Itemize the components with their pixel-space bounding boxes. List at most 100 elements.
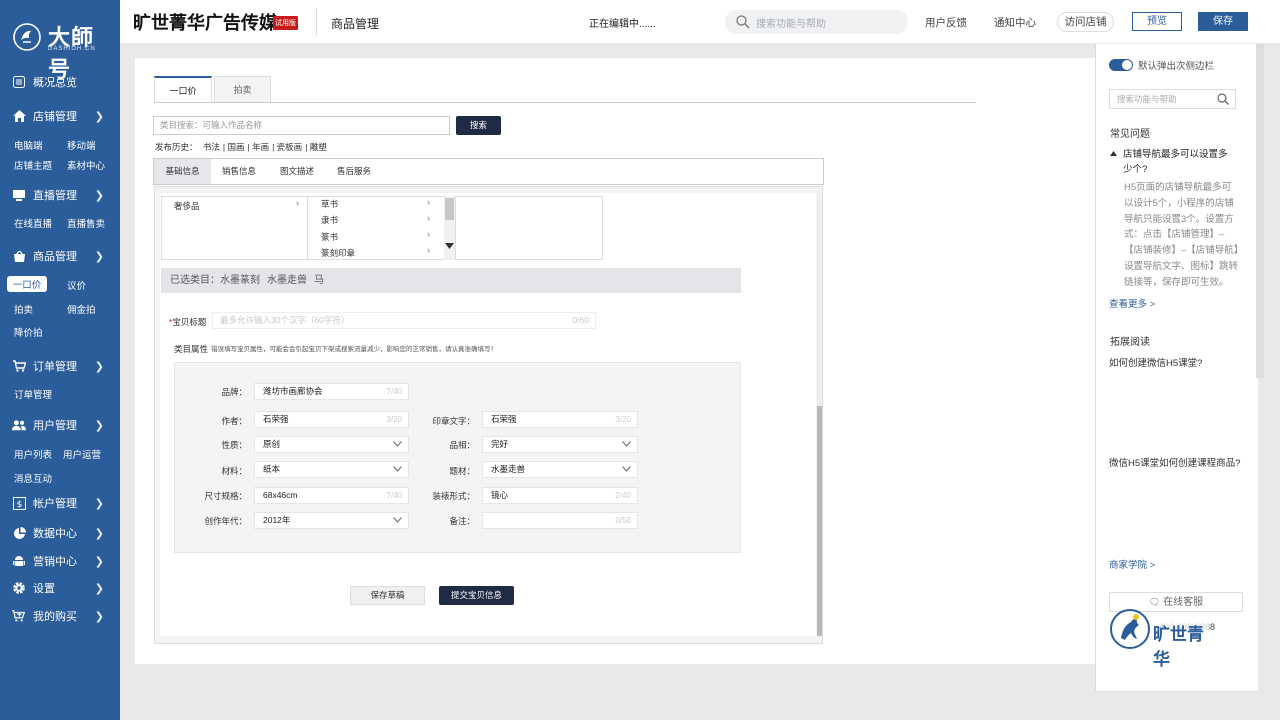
editing-status: 正在编辑中...... — [589, 19, 656, 30]
nature-select[interactable]: 原创 — [254, 436, 409, 453]
nav-account[interactable]: $ 帐户管理 ❯ — [0, 491, 120, 515]
nav-users[interactable]: 用户管理 ❯ — [0, 413, 120, 437]
tab-fixed-price[interactable]: 一口价 — [154, 76, 212, 102]
history-item[interactable]: 瓷板画 — [277, 142, 303, 152]
nav-sub-auction[interactable]: 拍卖 — [14, 302, 33, 316]
reading-link[interactable]: 如何创建微信H5课堂? — [1109, 355, 1202, 369]
nav-sub-fixed-price[interactable]: 一口价 — [7, 276, 47, 292]
chevron-right-icon: ❯ — [94, 110, 104, 123]
form-scrollbar-thumb[interactable] — [817, 406, 822, 636]
help-search-input[interactable]: 搜索功能与帮助 — [1109, 89, 1236, 109]
nav-orders[interactable]: 订单管理 ❯ — [0, 354, 120, 378]
preview-button[interactable]: 预览 — [1132, 12, 1182, 31]
nav-data[interactable]: 数据中心 ❯ — [0, 521, 120, 545]
merchant-academy-link[interactable]: 商家学院 > — [1109, 557, 1155, 571]
chevron-down-icon — [622, 441, 631, 447]
nav-sub-price-drop[interactable]: 降价拍 — [14, 325, 43, 339]
subject-label: 题材： — [449, 466, 475, 476]
chevron-right-icon: ❯ — [94, 582, 104, 595]
nav-sub-user-list[interactable]: 用户列表 — [14, 447, 52, 461]
category-item[interactable]: 草书 — [321, 198, 338, 210]
seal-text-value: 石荣强 — [491, 414, 517, 424]
nav-sub-commission-auction[interactable]: 佣金拍 — [67, 302, 96, 316]
history-item[interactable]: 雕塑 — [310, 142, 327, 152]
chat-icon: 🗨 — [1148, 597, 1161, 607]
history-item[interactable]: 年画 — [252, 142, 269, 152]
toggle-label: 默认弹出次侧边栏 — [1138, 61, 1215, 72]
brand-input[interactable]: 潍坊市画廊协会 7/40 — [254, 383, 409, 400]
size-value: 68x46cm — [263, 490, 298, 500]
seal-text-input[interactable]: 石荣强 3/20 — [482, 411, 638, 428]
save-draft-button[interactable]: 保存草稿 — [350, 586, 425, 605]
nav-sub-assets[interactable]: 素材中心 — [67, 158, 105, 172]
notification-link[interactable]: 通知中心 — [994, 15, 1036, 30]
category-attr-label: 类目属性 — [174, 344, 209, 354]
char-count: 0/60 — [572, 315, 589, 325]
year-select[interactable]: 2012年 — [254, 512, 409, 529]
remark-input[interactable]: 0/50 — [482, 512, 638, 529]
help-search-placeholder: 搜索功能与帮助 — [1117, 94, 1177, 104]
save-button[interactable]: 保存 — [1198, 12, 1248, 31]
nav-sub-theme[interactable]: 店铺主题 — [14, 158, 52, 172]
picker-scrollbar-thumb[interactable] — [445, 198, 454, 220]
history-item[interactable]: 国画 — [227, 142, 244, 152]
nav-sub-order-manage[interactable]: 订单管理 — [14, 387, 52, 401]
nav-sub-live-sale[interactable]: 直播售卖 — [67, 216, 105, 230]
feedback-link[interactable]: 用户反馈 — [925, 15, 967, 30]
nav-goods[interactable]: 商品管理 ❯ — [0, 244, 120, 268]
gear-icon — [12, 581, 26, 595]
chevron-right-icon: › — [427, 229, 430, 239]
item-title-input[interactable]: 最多允许输入30个汉字（60字符） 0/60 — [212, 312, 596, 329]
category-item[interactable]: 奢侈品 — [174, 200, 200, 212]
scroll-down-arrow-icon[interactable] — [445, 243, 454, 249]
nav-sub-user-ops[interactable]: 用户运营 — [63, 447, 101, 461]
condition-value: 完好 — [491, 439, 509, 449]
reading-link[interactable]: 微信H5课堂如何创建课程商品? — [1109, 455, 1240, 469]
nav-sub-messages[interactable]: 消息互动 — [14, 471, 52, 485]
chevron-down-icon — [622, 466, 631, 472]
material-label: 材料： — [221, 466, 247, 476]
selected-category-bar: 已选类目：水墨篆刻 水墨走兽马 — [161, 268, 741, 293]
author-input[interactable]: 石荣强 3/20 — [254, 411, 409, 428]
global-search-input[interactable]: 搜索功能与帮助 — [725, 10, 908, 34]
nav-sub-mobile[interactable]: 移动端 — [67, 138, 96, 152]
category-item[interactable]: 隶书 — [321, 214, 338, 226]
panel-scrollbar[interactable] — [1256, 44, 1264, 378]
see-more-link[interactable]: 查看更多 > — [1109, 296, 1155, 310]
tab-sales-info[interactable]: 销售信息 — [214, 159, 264, 184]
category-search-input[interactable]: 类目搜索：可输入作品名称 — [153, 116, 450, 135]
nav-purchases[interactable]: 我的购买 ❯ — [0, 604, 120, 628]
tab-auction[interactable]: 拍卖 — [214, 76, 271, 102]
tab-after-sale[interactable]: 售后服务 — [329, 159, 379, 184]
nav-live[interactable]: 直播管理 ❯ — [0, 183, 120, 207]
history-item[interactable]: 书法 — [203, 142, 220, 152]
tab-basic-info[interactable]: 基础信息 — [154, 159, 211, 184]
category-attr-note: 错误填写宝贝属性，可能会会引起宝贝下架或搜索流量减少，影响您的正常销售，请认真准… — [211, 346, 497, 353]
nav-settings[interactable]: 设置 ❯ — [0, 576, 120, 600]
default-popup-toggle[interactable] — [1109, 59, 1133, 71]
nav-settings-label: 设置 — [33, 583, 55, 595]
collapse-up-icon[interactable] — [1110, 151, 1117, 156]
mount-input[interactable]: 镜心 2/40 — [482, 487, 638, 504]
visit-store-button[interactable]: 访问店铺 — [1057, 12, 1114, 32]
category-item[interactable]: 篆书 — [321, 231, 338, 243]
category-search-button[interactable]: 搜索 — [456, 116, 501, 135]
nav-marketing[interactable]: 营销中心 ❯ — [0, 549, 120, 573]
char-count: 3/20 — [386, 415, 402, 424]
tab-description[interactable]: 图文描述 — [272, 159, 322, 184]
material-select[interactable]: 纸本 — [254, 461, 409, 478]
nav-sub-bargain[interactable]: 议价 — [67, 278, 86, 292]
size-input[interactable]: 68x46cm 7/40 — [254, 487, 409, 504]
nav-store[interactable]: 店铺管理 ❯ — [0, 104, 120, 128]
submit-item-button[interactable]: 提交宝贝信息 — [439, 586, 514, 605]
condition-select[interactable]: 完好 — [482, 436, 638, 453]
history-label: 发布历史： — [155, 142, 198, 152]
category-item[interactable]: 篆刻印章 — [321, 247, 355, 259]
nav-sub-online-live[interactable]: 在线直播 — [14, 216, 52, 230]
faq-question[interactable]: 店铺导航最多可以设置多少个? — [1123, 147, 1235, 177]
nature-label: 性质： — [221, 440, 247, 450]
nav-sub-pc[interactable]: 电脑端 — [14, 138, 43, 152]
subject-select[interactable]: 水墨走兽 — [482, 461, 638, 478]
brand-logo[interactable]: 大師号 DASHIOH.CN — [12, 14, 112, 83]
nav-overview[interactable]: 概况总览 — [0, 70, 120, 94]
